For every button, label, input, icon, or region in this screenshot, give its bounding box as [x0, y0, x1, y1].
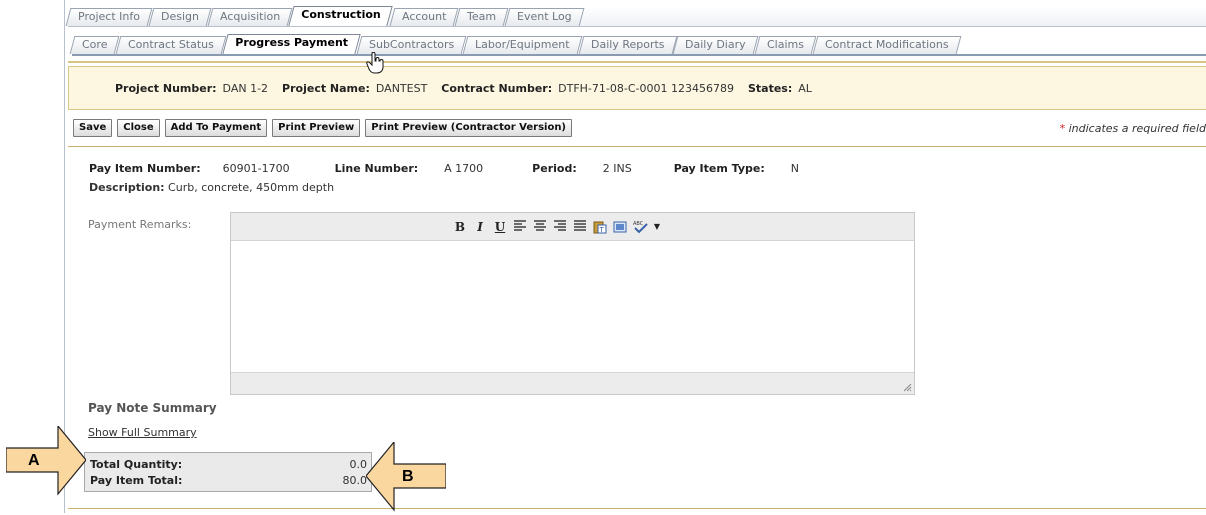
project-name-label: Project Name: — [282, 81, 370, 95]
chevron-down-icon[interactable]: ▼ — [653, 220, 661, 234]
states-label: States: — [747, 81, 793, 95]
tab-design[interactable]: Design — [148, 8, 212, 26]
period-value: 2 INS — [602, 162, 632, 175]
subtab-labor-equipment[interactable]: Labor/Equipment — [462, 36, 583, 54]
paste-text-icon[interactable]: T — [593, 220, 607, 234]
pay-item-number-value: 60901-1700 — [222, 162, 290, 175]
subtab-label: Progress Payment — [235, 36, 349, 49]
tab-acquisition[interactable]: Acquisition — [207, 8, 293, 26]
tab-project-info[interactable]: Project Info — [65, 8, 153, 26]
content-bottom-rule — [68, 508, 1206, 509]
project-number-value: DAN 1-2 — [222, 81, 269, 95]
project-info-bar: Project Number: DAN 1-2 Project Name: DA… — [68, 66, 1206, 110]
tab-account[interactable]: Account — [389, 8, 459, 26]
italic-icon[interactable]: I — [473, 220, 487, 234]
required-field-note: * indicates a required field — [1060, 122, 1206, 135]
subtab-contract-modifications[interactable]: Contract Modifications — [812, 36, 962, 54]
callout-b-arrow: B — [365, 440, 447, 512]
callout-a-label: A — [28, 452, 40, 469]
pay-item-total-label: Pay Item Total: — [90, 474, 183, 487]
tab-label: Account — [401, 10, 447, 23]
pay-note-summary-title: Pay Note Summary — [88, 401, 217, 415]
subtab-core[interactable]: Core — [69, 36, 120, 54]
description-value: Curb, concrete, 450mm depth — [168, 181, 335, 194]
states-value: AL — [798, 81, 812, 95]
line-number-label: Line Number: — [334, 162, 419, 175]
tab-team[interactable]: Team — [454, 8, 509, 26]
pay-item-header: Pay Item Number: 60901-1700 Line Number:… — [89, 162, 799, 175]
payment-remarks-label: Payment Remarks: — [88, 218, 192, 231]
content-top-rule — [68, 61, 1206, 63]
align-right-icon[interactable] — [553, 219, 567, 234]
line-number-value: A 1700 — [444, 162, 484, 175]
pay-item-number-label: Pay Item Number: — [89, 162, 201, 175]
pay-item-type-value: N — [790, 162, 799, 175]
html-source-icon[interactable] — [613, 220, 627, 234]
align-left-icon[interactable] — [513, 219, 527, 234]
tab-label: Project Info — [78, 10, 140, 23]
callout-b-label: B — [402, 468, 414, 485]
save-button[interactable]: Save — [73, 119, 113, 137]
period-label: Period: — [532, 162, 577, 175]
align-center-icon[interactable] — [533, 219, 547, 234]
subtab-claims[interactable]: Claims — [754, 36, 817, 54]
tab-construction[interactable]: Construction — [288, 6, 394, 26]
tab-label: Team — [467, 10, 497, 23]
subtab-label: Core — [82, 38, 108, 51]
pay-item-type-label: Pay Item Type: — [673, 162, 765, 175]
secondary-tabbar: Core Contract Status Progress Payment SubCo… — [69, 34, 1206, 56]
contract-number-value: DTFH-71-08-C-0001 123456789 — [558, 81, 734, 95]
contract-number-label: Contract Number: — [441, 81, 553, 95]
editor-footer — [231, 372, 914, 394]
total-quantity-row: Total Quantity: 0.0 — [90, 457, 367, 473]
subtab-label: Contract Modifications — [825, 38, 949, 51]
bold-icon[interactable]: B — [453, 220, 467, 234]
action-toolbar: Save Close Add To Payment Print Preview … — [73, 119, 573, 137]
subtab-daily-diary[interactable]: Daily Diary — [673, 36, 759, 54]
print-preview-button[interactable]: Print Preview — [272, 119, 361, 137]
subtab-label: Labor/Equipment — [475, 38, 570, 51]
description-line: Description: Curb, concrete, 450mm depth — [89, 181, 334, 194]
toolbar-divider — [68, 146, 1206, 147]
tab-label: Event Log — [517, 10, 572, 23]
subtab-label: SubContractors — [369, 38, 455, 51]
subtab-contract-status[interactable]: Contract Status — [116, 36, 227, 54]
required-note-text: indicates a required field — [1065, 122, 1206, 135]
hand-cursor-icon — [366, 51, 386, 74]
add-to-payment-button[interactable]: Add To Payment — [164, 119, 268, 137]
justify-icon[interactable] — [573, 219, 587, 234]
total-quantity-value: 0.0 — [349, 458, 368, 471]
description-label: Description: — [89, 181, 165, 194]
subtab-daily-reports[interactable]: Daily Reports — [578, 36, 677, 54]
subtab-label: Daily Reports — [590, 38, 665, 51]
callout-a-arrow: A — [5, 424, 87, 496]
close-button[interactable]: Close — [117, 119, 160, 137]
pay-item-total-row: Pay Item Total: 80.0 — [90, 473, 367, 489]
subtab-label: Claims — [767, 38, 805, 51]
tab-label: Construction — [301, 8, 381, 21]
editor-toolbar: B I U T ABC ▼ — [231, 213, 914, 241]
subtab-label: Daily Diary — [685, 38, 747, 51]
print-preview-contractor-button[interactable]: Print Preview (Contractor Version) — [365, 119, 573, 137]
underline-icon[interactable]: U — [493, 220, 507, 234]
spellcheck-icon[interactable]: ABC — [633, 220, 648, 234]
payment-remarks-editor[interactable]: B I U T ABC ▼ — [230, 212, 915, 395]
subtab-progress-payment[interactable]: Progress Payment — [222, 34, 361, 54]
pay-note-summary-box: Total Quantity: 0.0 Pay Item Total: 80.0 — [84, 452, 372, 492]
total-quantity-label: Total Quantity: — [90, 458, 183, 471]
tab-label: Acquisition — [219, 10, 281, 23]
project-name-value: DANTEST — [375, 81, 428, 95]
show-full-summary-link[interactable]: Show Full Summary — [88, 426, 197, 439]
pay-item-total-value: 80.0 — [342, 474, 368, 487]
svg-text:T: T — [599, 226, 605, 234]
resize-grip-icon[interactable] — [902, 382, 912, 392]
project-number-label: Project Number: — [115, 81, 217, 95]
primary-tabbar: Project Info Design Acquisition Constructio… — [65, 6, 1206, 27]
subtab-label: Contract Status — [128, 38, 215, 51]
tab-label: Design — [160, 10, 199, 23]
svg-text:ABC: ABC — [633, 221, 644, 227]
tab-event-log[interactable]: Event Log — [504, 8, 585, 26]
